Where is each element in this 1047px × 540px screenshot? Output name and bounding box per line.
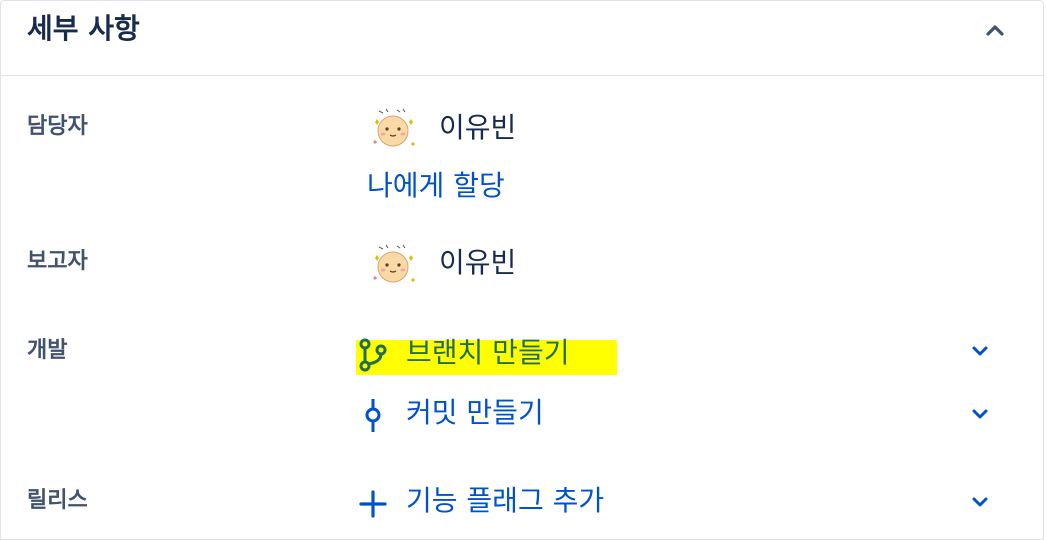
reporter-label: 보고자	[27, 249, 88, 274]
assignee-avatar[interactable]	[367, 102, 419, 154]
details-panel: 세부 사항 담당자 이유빈 나에게 할당 보고자 이유빈 개발 브랜치 만들기 …	[0, 0, 1044, 540]
commit-icon	[365, 399, 381, 432]
details-panel-header[interactable]: 세부 사항	[1, 1, 1043, 76]
chevron-up-icon	[986, 25, 1004, 36]
plus-icon	[359, 490, 387, 518]
create-commit-button[interactable]: 커밋 만들기	[356, 394, 616, 434]
branch-icon	[359, 338, 387, 372]
add-feature-flag-label: 기능 플래그 추가	[406, 484, 605, 517]
create-branch-button[interactable]: 브랜치 만들기	[356, 334, 616, 374]
chevron-down-icon[interactable]	[967, 489, 993, 515]
create-branch-label: 브랜치 만들기	[406, 336, 570, 369]
add-feature-flag-button[interactable]: 기능 플래그 추가	[356, 482, 636, 522]
assignee-name: 이유빈	[439, 111, 517, 144]
chevron-down-icon[interactable]	[967, 401, 993, 427]
assign-to-me-link[interactable]: 나에게 할당	[367, 168, 505, 204]
assignee-label: 담당자	[27, 114, 88, 139]
create-commit-label: 커밋 만들기	[406, 396, 544, 429]
development-label: 개발	[27, 338, 68, 363]
chevron-down-icon[interactable]	[967, 338, 993, 364]
reporter-name: 이유빈	[439, 246, 517, 279]
collapse-button[interactable]	[979, 15, 1011, 47]
release-label: 릴리스	[27, 488, 88, 513]
reporter-avatar[interactable]	[367, 238, 419, 290]
panel-title: 세부 사항	[27, 12, 140, 45]
